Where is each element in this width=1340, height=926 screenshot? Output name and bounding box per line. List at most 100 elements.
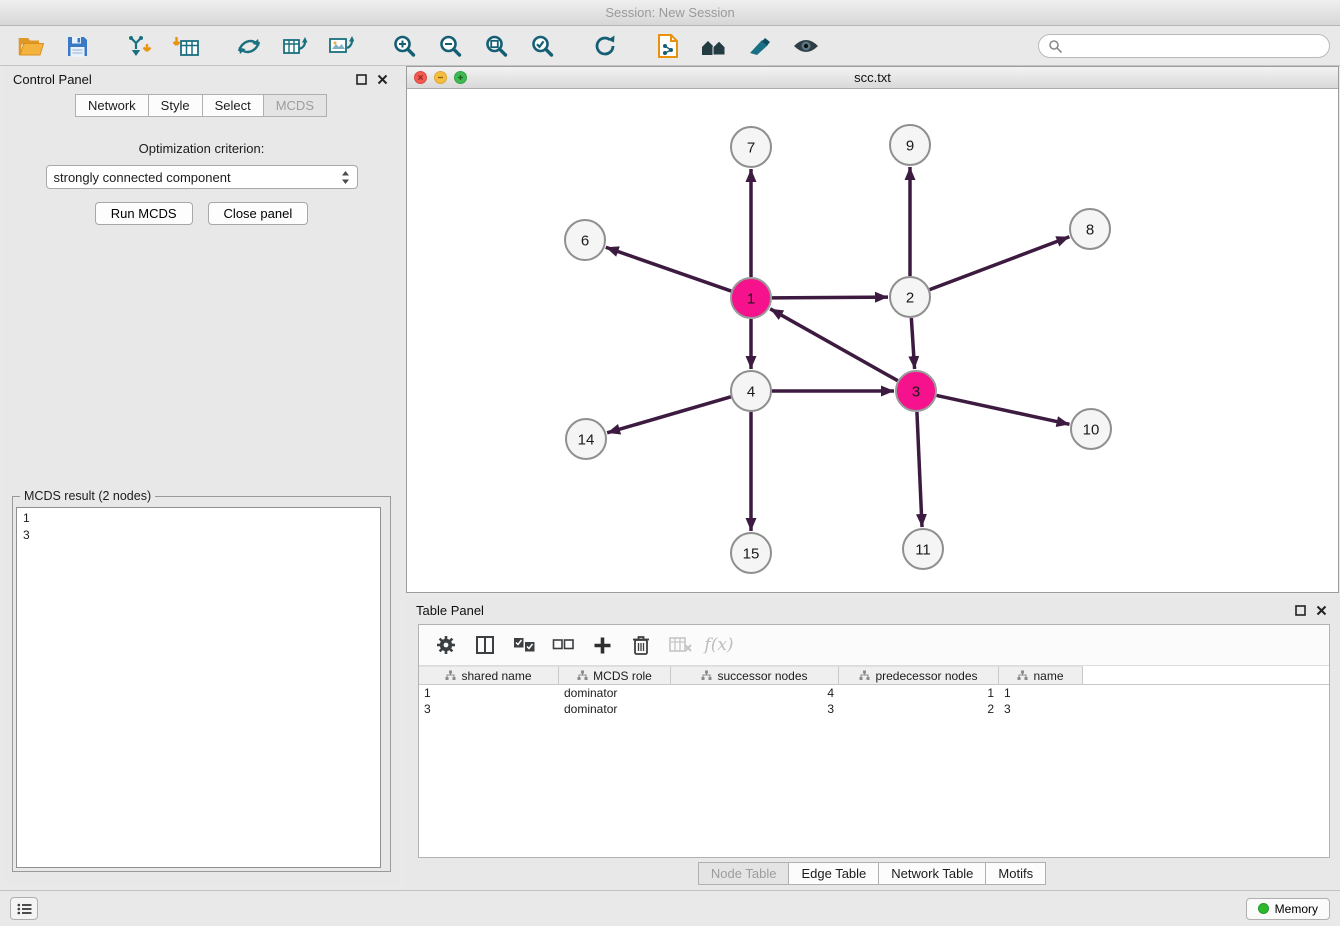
function-builder-button[interactable]: f(x) <box>702 630 736 660</box>
float-table-panel-icon[interactable] <box>1292 602 1308 618</box>
column-label: name <box>1033 669 1063 683</box>
node-label-2: 2 <box>906 289 914 306</box>
tab-edge-table[interactable]: Edge Table <box>788 862 879 885</box>
table-cell: dominator <box>559 685 671 701</box>
column-label: MCDS role <box>593 669 652 683</box>
table-row[interactable]: 1dominator411 <box>419 685 1329 701</box>
close-panel-icon[interactable] <box>374 71 390 87</box>
column-header-name[interactable]: name <box>999 666 1083 684</box>
float-panel-icon[interactable] <box>353 71 369 87</box>
column-type-icon <box>577 670 588 681</box>
table-cell: 3 <box>999 701 1083 717</box>
column-type-icon <box>1017 670 1028 681</box>
edge-2-3[interactable] <box>911 318 914 369</box>
tab-node-table[interactable]: Node Table <box>698 862 790 885</box>
edge-1-2[interactable] <box>772 297 888 298</box>
tab-network-table[interactable]: Network Table <box>878 862 986 885</box>
minimize-window-icon[interactable] <box>434 71 447 84</box>
deselect-all-button[interactable] <box>546 630 580 660</box>
memory-button[interactable]: Memory <box>1246 898 1330 920</box>
table-cell: 2 <box>839 701 999 717</box>
column-header-predecessor-nodes[interactable]: predecessor nodes <box>839 666 999 684</box>
node-table-container: f(x) shared name MCDS role successor nodes… <box>418 624 1330 858</box>
tab-style[interactable]: Style <box>148 94 203 117</box>
close-table-panel-icon[interactable] <box>1313 602 1329 618</box>
node-label-14: 14 <box>578 431 595 448</box>
gear-icon <box>436 635 456 655</box>
main-toolbar <box>0 27 1340 66</box>
zoom-out-icon <box>438 34 463 58</box>
criterion-dropdown-value: strongly connected component <box>54 170 231 185</box>
column-header-successor-nodes[interactable]: successor nodes <box>671 666 839 684</box>
search-input[interactable] <box>1067 39 1320 53</box>
node-label-1: 1 <box>747 290 755 307</box>
edge-3-10[interactable] <box>937 395 1070 424</box>
delete-table-button[interactable] <box>663 630 697 660</box>
network-arrows-icon <box>236 35 262 57</box>
column-header-shared-name[interactable]: shared name <box>419 666 559 684</box>
network-graph[interactable]: 7968124314101511 <box>407 89 1338 592</box>
apply-style-button[interactable] <box>739 30 781 62</box>
select-all-button[interactable] <box>507 630 541 660</box>
search-icon <box>1048 39 1062 53</box>
memory-label: Memory <box>1275 902 1318 916</box>
close-window-icon[interactable] <box>414 71 427 84</box>
import-table-button[interactable] <box>165 30 207 62</box>
window-controls <box>414 71 467 84</box>
tab-motifs[interactable]: Motifs <box>985 862 1046 885</box>
zoom-window-icon[interactable] <box>454 71 467 84</box>
dropdown-arrows-icon <box>341 170 350 185</box>
search-box[interactable] <box>1038 34 1330 58</box>
export-table-button[interactable] <box>274 30 316 62</box>
column-header-mcds-role[interactable]: MCDS role <box>559 666 671 684</box>
zoom-out-button[interactable] <box>429 30 471 62</box>
node-label-15: 15 <box>743 545 760 562</box>
home-button[interactable] <box>693 30 735 62</box>
network-window-titlebar: scc.txt <box>407 67 1338 89</box>
close-panel-button[interactable]: Close panel <box>208 202 309 225</box>
tab-select[interactable]: Select <box>202 94 264 117</box>
home-icon <box>700 35 728 57</box>
tab-network[interactable]: Network <box>75 94 149 117</box>
open-folder-icon <box>18 35 44 57</box>
mcds-result-list[interactable]: 1 3 <box>16 507 381 868</box>
control-panel-title: Control Panel <box>13 72 92 87</box>
zoom-fit-button[interactable] <box>475 30 517 62</box>
show-columns-button[interactable] <box>468 630 502 660</box>
document-share-icon <box>657 34 679 58</box>
tab-mcds[interactable]: MCDS <box>263 94 327 117</box>
edge-4-14[interactable] <box>607 397 731 433</box>
edge-3-1[interactable] <box>770 309 898 381</box>
table-cell: 3 <box>671 701 839 717</box>
edge-3-11[interactable] <box>917 412 922 527</box>
open-session-button[interactable] <box>10 30 52 62</box>
mcds-result-box: MCDS result (2 nodes) 1 3 <box>12 496 391 872</box>
delete-column-button[interactable] <box>624 630 658 660</box>
zoom-in-button[interactable] <box>383 30 425 62</box>
export-image-button[interactable] <box>320 30 362 62</box>
status-bar: Memory <box>0 890 1340 926</box>
criterion-dropdown[interactable]: strongly connected component <box>46 165 358 189</box>
edge-1-6[interactable] <box>606 247 731 291</box>
control-panel: Control Panel NetworkStyleSelectMCDS Opt… <box>3 66 400 884</box>
import-network-button[interactable] <box>119 30 161 62</box>
task-history-button[interactable] <box>10 897 38 920</box>
save-session-button[interactable] <box>56 30 98 62</box>
import-network-icon <box>127 35 153 58</box>
share-document-button[interactable] <box>647 30 689 62</box>
add-column-button[interactable] <box>585 630 619 660</box>
show-graphics-button[interactable] <box>785 30 827 62</box>
table-row[interactable]: 3dominator323 <box>419 701 1329 717</box>
table-cell: dominator <box>559 701 671 717</box>
app-window: Session: New Session <box>0 0 1340 926</box>
zoom-selected-button[interactable] <box>521 30 563 62</box>
node-label-8: 8 <box>1086 221 1094 238</box>
clone-network-button[interactable] <box>228 30 270 62</box>
column-type-icon <box>701 670 712 681</box>
refresh-layout-button[interactable] <box>584 30 626 62</box>
node-label-10: 10 <box>1083 421 1100 438</box>
run-mcds-button[interactable]: Run MCDS <box>95 202 193 225</box>
edge-2-8[interactable] <box>930 237 1070 290</box>
table-settings-button[interactable] <box>429 630 463 660</box>
network-window-title: scc.txt <box>854 70 891 85</box>
